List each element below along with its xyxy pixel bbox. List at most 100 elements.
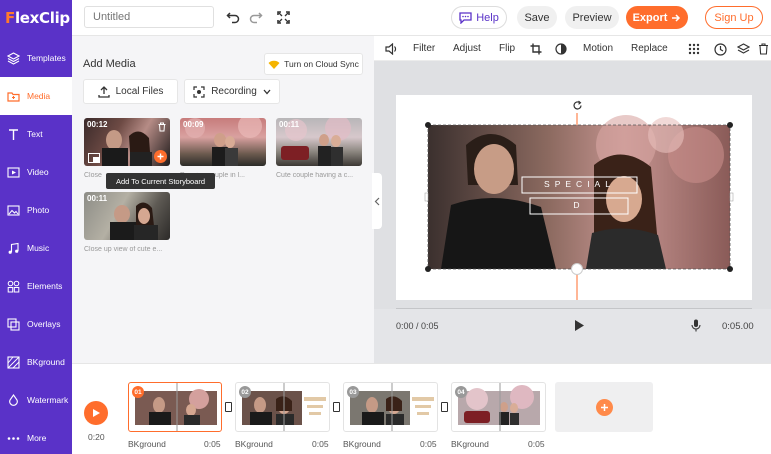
play-icon[interactable] (574, 319, 585, 332)
sidebar-item-photo[interactable]: Photo (0, 191, 72, 229)
clip-label: BKground (451, 439, 489, 449)
filter-button[interactable]: Filter (413, 43, 435, 54)
sidebar-item-label: Overlays (27, 319, 61, 329)
collapse-panel-button[interactable] (372, 173, 382, 229)
sidebar-item-label: Video (27, 167, 49, 177)
timeline-clip[interactable]: 01 (128, 382, 222, 432)
sidebar-item-templates[interactable]: Templates (0, 39, 72, 77)
more-icon (7, 436, 20, 440)
sidebar-item-elements[interactable]: Elements (0, 267, 72, 305)
overlay-text-secondary[interactable]: D (530, 200, 628, 210)
recording-dropdown[interactable]: Recording (184, 79, 280, 104)
sidebar-item-music[interactable]: Music (0, 229, 72, 267)
clip-duration: 0:05 (204, 439, 221, 449)
microphone-icon[interactable] (691, 319, 701, 332)
thumb-duration: 00:11 (87, 194, 108, 203)
chevron-left-icon (374, 197, 380, 205)
preview-stage: SPECIAL D 0:00 / 0:05 0:05.00 (374, 61, 771, 363)
help-button[interactable]: Help (451, 6, 507, 29)
adjust-button[interactable]: Adjust (453, 43, 481, 54)
transition-button[interactable] (333, 402, 340, 412)
timeline-clip[interactable]: 03 (343, 382, 438, 432)
playback-bar: 0:00 / 0:05 0:05.00 (374, 309, 771, 363)
preview-canvas[interactable]: SPECIAL D (396, 95, 752, 300)
sidebar-item-bkground[interactable]: BKground (0, 343, 72, 381)
transition-button[interactable] (441, 402, 448, 412)
media-thumb[interactable]: 00:09 (180, 118, 266, 166)
sidebar-item-overlays[interactable]: Overlays (0, 305, 72, 343)
redo-icon[interactable] (247, 8, 265, 26)
logo[interactable]: FlexClip (0, 0, 72, 36)
recording-label: Recording (211, 86, 257, 97)
volume-icon[interactable] (385, 43, 398, 55)
panel-title: Add Media (83, 58, 136, 70)
sidebar: Templates Media Text Video Photo Music E… (0, 36, 72, 454)
export-label: Export (632, 11, 668, 24)
timeline-clip[interactable]: 04 (451, 382, 546, 432)
wifi-icon (268, 60, 280, 69)
video-icon (7, 166, 20, 178)
replace-icon[interactable] (88, 153, 100, 163)
rotate-handle[interactable] (570, 98, 584, 112)
sidebar-item-label: Text (27, 129, 43, 139)
trash-icon[interactable] (758, 43, 769, 55)
background-icon (7, 355, 20, 369)
crop-icon[interactable] (530, 43, 542, 55)
media-thumb[interactable]: 00:11 (276, 118, 362, 166)
clip-duration: 0:05.00 (722, 321, 754, 332)
fullscreen-icon[interactable] (274, 8, 292, 26)
editing-toolbar: Filter Adjust Flip Motion Replace (374, 36, 771, 61)
sidebar-item-media[interactable]: Media (0, 77, 72, 115)
color-icon[interactable] (555, 43, 567, 55)
clip-duration: 0:05 (420, 439, 437, 449)
timeline-play-button[interactable] (84, 401, 108, 425)
center-handle[interactable] (571, 263, 583, 275)
motion-button[interactable]: Motion (583, 43, 613, 54)
sidebar-item-video[interactable]: Video (0, 153, 72, 191)
text-icon (9, 128, 18, 140)
timeline-clip[interactable]: 02 (235, 382, 330, 432)
chat-icon (459, 11, 472, 24)
clip-duration: 0:05 (312, 439, 329, 449)
undo-icon[interactable] (224, 8, 242, 26)
add-to-storyboard-button[interactable] (154, 150, 167, 163)
media-thumb[interactable]: 00:11 (84, 192, 170, 240)
project-title-input[interactable] (84, 6, 214, 28)
upload-icon (97, 85, 110, 98)
layers-icon[interactable] (737, 43, 750, 56)
clock-icon[interactable] (714, 43, 727, 56)
sidebar-item-label: More (27, 433, 47, 443)
thumb-duration: 00:09 (183, 120, 204, 129)
timeline-total-time: 0:20 (88, 432, 105, 442)
grid-icon[interactable] (688, 43, 700, 55)
play-icon (92, 409, 100, 417)
playback-time: 0:00 / 0:05 (396, 321, 439, 331)
flip-button[interactable]: Flip (499, 43, 515, 54)
thumb-duration: 00:11 (279, 120, 300, 129)
clip-number: 04 (455, 386, 467, 398)
replace-button[interactable]: Replace (631, 43, 668, 54)
overlay-text-special[interactable]: SPECIAL (522, 179, 637, 189)
cloud-sync-button[interactable]: Turn on Cloud Sync (264, 53, 363, 75)
clip-number: 03 (347, 386, 359, 398)
media-thumb[interactable]: 00:12 (84, 118, 170, 166)
sidebar-item-more[interactable]: More (0, 419, 72, 454)
cloud-sync-label: Turn on Cloud Sync (284, 59, 359, 69)
preview-button[interactable]: Preview (565, 6, 619, 29)
transition-button[interactable] (225, 402, 232, 412)
folder-icon (7, 91, 20, 102)
arrow-right-icon (672, 13, 681, 22)
sidebar-item-label: Templates (27, 53, 66, 63)
sidebar-item-watermark[interactable]: Watermark (0, 381, 72, 419)
thumb-duration: 00:12 (87, 120, 108, 129)
sidebar-item-label: Music (27, 243, 50, 253)
local-files-button[interactable]: Local Files (83, 79, 178, 104)
sidebar-item-text[interactable]: Text (0, 115, 72, 153)
thumb-caption: Cute couple having a c... (276, 172, 354, 179)
add-clip-button[interactable] (555, 382, 653, 432)
trash-icon[interactable] (157, 122, 167, 132)
export-button[interactable]: Export (626, 6, 688, 29)
save-button[interactable]: Save (517, 6, 557, 29)
signup-button[interactable]: Sign Up (705, 6, 763, 29)
help-label: Help (476, 11, 499, 24)
